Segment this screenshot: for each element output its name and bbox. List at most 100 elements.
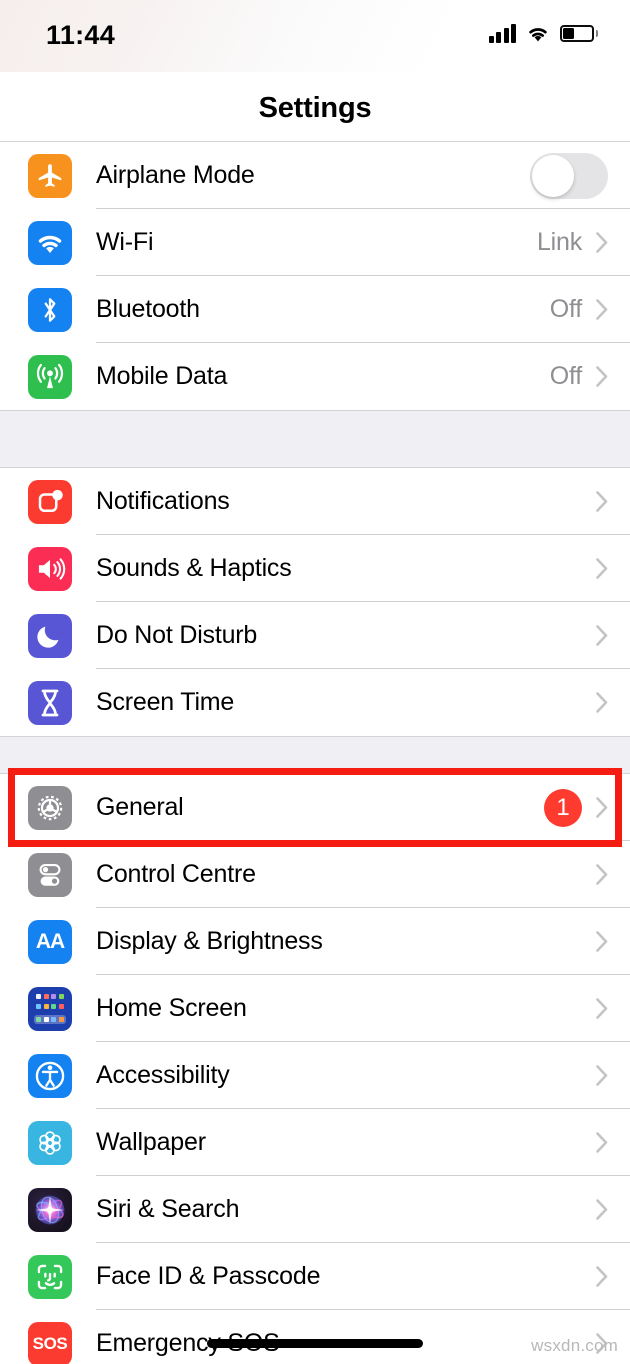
settings-row-wallpaper[interactable]: Wallpaper [0,1109,630,1176]
row-accessory [596,1065,608,1086]
group-separator [0,410,630,468]
settings-group-alerts: Notifications Sounds & Haptics Do Not Di… [0,468,630,736]
watermark: wsxdn.com [531,1336,618,1355]
settings-group-connectivity: Airplane Mode Wi-Fi Link Bluetooth Off M… [0,142,630,410]
settings-row-sounds-haptics[interactable]: Sounds & Haptics [0,535,630,602]
chevron-right-icon [596,998,608,1019]
wifi-icon [529,28,547,42]
battery-icon [560,25,598,42]
chevron-right-icon [596,692,608,713]
row-accessory [596,1266,608,1287]
settings-row-siri-search[interactable]: Siri & Search [0,1176,630,1243]
settings-row-label: Airplane Mode [96,161,255,189]
settings-row-label: Display & Brightness [96,927,323,955]
settings-row-label: Siri & Search [96,1195,240,1223]
wifi-icon [28,220,72,265]
status-bar-indicators [488,24,598,43]
chevron-right-icon [596,1199,608,1220]
settings-row-label: Bluetooth [96,295,200,323]
settings-row-notifications[interactable]: Notifications [0,468,630,535]
moon-icon [28,613,72,658]
gear-icon [28,785,72,830]
row-accessory [596,491,608,512]
settings-row-label: Notifications [96,487,230,515]
airplane-mode-toggle[interactable] [530,152,608,199]
row-accessory [596,558,608,579]
status-badge: 1 [544,788,582,827]
row-accessory [530,152,608,199]
row-accessory: Link [537,228,608,257]
row-accessory [596,692,608,713]
hourglass-icon [28,680,72,725]
settings-row-general[interactable]: General 1 [0,774,630,841]
chevron-right-icon [596,558,608,579]
row-accessory [596,1199,608,1220]
chevron-right-icon [596,366,608,387]
settings-row-screen-time[interactable]: Screen Time [0,669,630,736]
row-accessory: Off [550,295,608,324]
chevron-right-icon [596,625,608,646]
row-accessory [596,864,608,885]
accessibility-icon [28,1053,72,1098]
settings-row-label: Home Screen [96,994,247,1022]
settings-row-display-brightness[interactable]: AA Display & Brightness [0,908,630,975]
sounds-icon [28,546,72,591]
cellular-signal-icon [488,24,516,43]
chevron-right-icon [596,1266,608,1287]
settings-row-label: Wi-Fi [96,228,154,256]
chevron-right-icon [596,1065,608,1086]
chevron-right-icon [596,491,608,512]
navigation-bar: Settings [0,72,630,142]
settings-row-label: Sounds & Haptics [96,554,292,582]
iphone-settings-screen: 11:44 Settings Airplane Mode Wi-Fi Link … [0,0,630,1364]
airplane-icon [28,153,72,198]
settings-row-label: Accessibility [96,1061,230,1089]
chevron-right-icon [596,797,608,818]
settings-row-accessibility[interactable]: Accessibility [0,1042,630,1109]
status-bar: 11:44 [0,0,630,72]
wallpaper-icon [28,1120,72,1165]
chevron-right-icon [596,232,608,253]
settings-group-system: General 1 Control Centre AA Display & Br… [0,774,630,1364]
cellular-icon [28,354,72,399]
settings-row-label: General [96,793,184,821]
settings-row-value: Link [536,228,582,256]
home-screen-icon [28,986,72,1031]
bluetooth-icon [28,287,72,332]
row-accessory [596,998,608,1019]
settings-row-home-screen[interactable]: Home Screen [0,975,630,1042]
settings-row-face-id-passcode[interactable]: Face ID & Passcode [0,1243,630,1310]
page-title: Settings [258,92,372,124]
notifications-icon [28,479,72,524]
settings-row-wifi[interactable]: Wi-Fi Link [0,209,630,276]
settings-row-label: Control Centre [96,860,256,888]
settings-row-control-centre[interactable]: Control Centre [0,841,630,908]
row-accessory [596,1132,608,1153]
chevron-right-icon [596,931,608,952]
row-accessory [596,931,608,952]
control-centre-icon [28,852,72,897]
display-brightness-icon: AA [28,919,72,964]
settings-row-label: Face ID & Passcode [96,1262,321,1290]
home-indicator [207,1339,423,1348]
settings-row-value: Off [549,362,582,390]
settings-row-airplane-mode[interactable]: Airplane Mode [0,142,630,209]
sos-icon: SOS [28,1321,72,1364]
row-accessory: 1 [544,788,608,827]
row-accessory [596,625,608,646]
chevron-right-icon [596,1132,608,1153]
settings-list[interactable]: Airplane Mode Wi-Fi Link Bluetooth Off M… [0,142,630,1364]
settings-row-bluetooth[interactable]: Bluetooth Off [0,276,630,343]
chevron-right-icon [596,299,608,320]
row-accessory: Off [550,362,608,391]
settings-row-value: Off [549,295,582,323]
settings-row-label: Screen Time [96,688,235,716]
group-separator [0,736,630,774]
settings-row-mobile-data[interactable]: Mobile Data Off [0,343,630,410]
settings-row-do-not-disturb[interactable]: Do Not Disturb [0,602,630,669]
siri-icon [28,1187,72,1232]
chevron-right-icon [596,864,608,885]
settings-row-label: Do Not Disturb [96,621,258,649]
settings-row-label: Mobile Data [96,362,228,390]
settings-row-label: Wallpaper [96,1128,206,1156]
